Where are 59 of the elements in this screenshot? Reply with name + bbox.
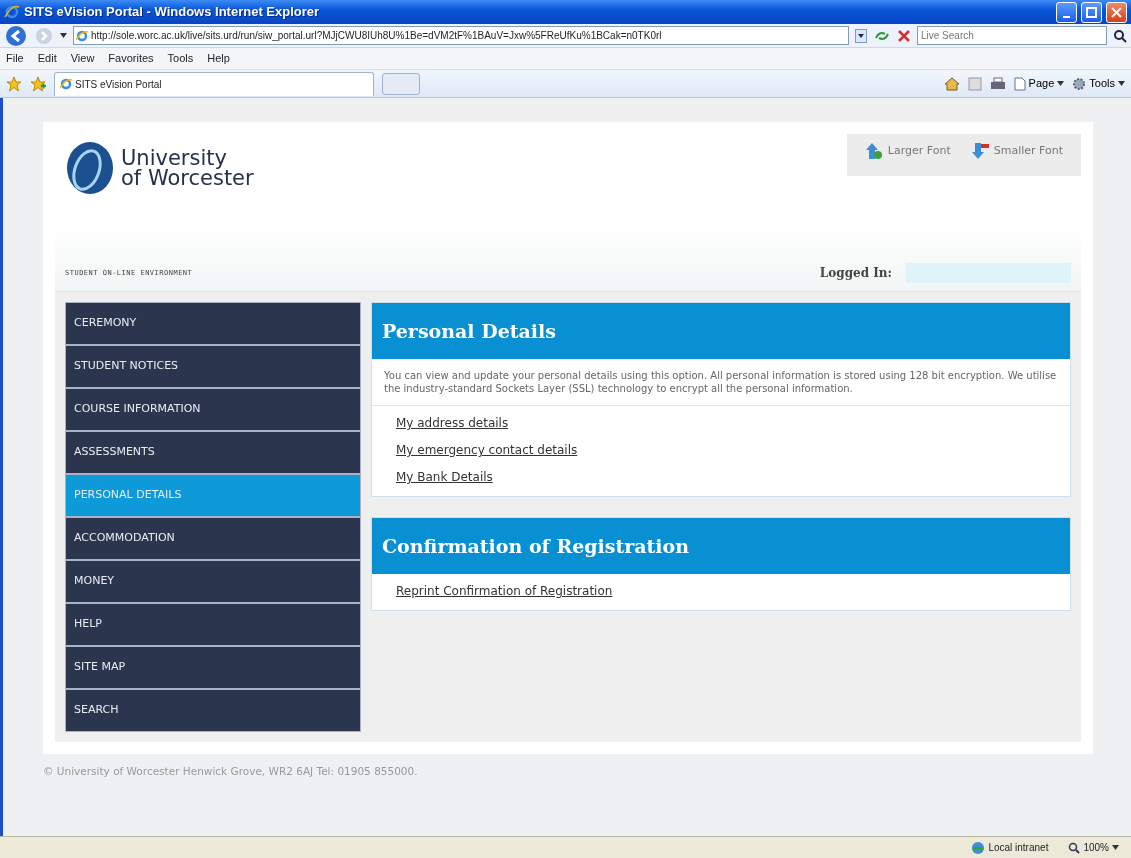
minimize-icon: [1063, 15, 1070, 18]
nav-item[interactable]: SEARCH: [66, 690, 360, 731]
close-icon: [1111, 6, 1122, 18]
nav-item[interactable]: COURSE INFORMATION: [66, 389, 360, 430]
star-icon[interactable]: [6, 75, 22, 92]
up-arrow-plus-icon: [864, 142, 883, 160]
zoom-icon: [1068, 841, 1081, 854]
printer-icon[interactable]: [989, 76, 1006, 91]
close-button[interactable]: [1106, 1, 1127, 23]
home-icon[interactable]: [943, 75, 960, 92]
larger-font-button[interactable]: Larger Font: [856, 140, 959, 162]
stop-icon[interactable]: [897, 28, 911, 43]
search-field[interactable]: Live Search: [917, 26, 1107, 45]
nav-item[interactable]: SITE MAP: [66, 647, 360, 688]
minimize-button[interactable]: [1056, 1, 1077, 23]
address-field[interactable]: http://sole.worc.ac.uk/live/sits.urd/run/siw_portal.url?MJjCWU8IUh8U%1Be=dVM2tF%1BAuV=Jxw%5FReUfKu%1BCak=n0TK0rl: [73, 26, 849, 45]
dropdown-arrow-icon: [1057, 81, 1065, 86]
dropdown-arrow-icon: [1118, 81, 1125, 86]
browser-tab[interactable]: SITS eVision Portal: [54, 71, 374, 96]
dropdown-arrow-icon[interactable]: [60, 33, 67, 38]
panel-title: Personal Details: [372, 303, 1070, 359]
search-icon[interactable]: [1113, 28, 1127, 43]
down-arrow-minus-icon: [970, 142, 989, 160]
panel-title: Confirmation of Registration: [372, 518, 1070, 574]
menu-item[interactable]: Tools: [167, 50, 194, 67]
panel-link[interactable]: My emergency contact details: [396, 441, 578, 459]
panel-link[interactable]: My Bank Details: [396, 468, 493, 486]
maximize-button[interactable]: [1081, 1, 1102, 23]
globe-icon: [971, 840, 986, 855]
gear-icon: [1072, 76, 1087, 91]
browser-logo-icon: [4, 4, 20, 20]
nav-item[interactable]: STUDENT NOTICES: [66, 346, 360, 387]
security-zone: Local intranet: [971, 840, 1049, 855]
back-button-icon[interactable]: [4, 24, 28, 47]
zoom-level-button[interactable]: 100%: [1068, 840, 1119, 855]
page-menu-button[interactable]: Page: [1013, 75, 1065, 92]
menu-item[interactable]: Edit: [37, 50, 57, 67]
menu-item[interactable]: View: [70, 50, 95, 67]
panel-link[interactable]: My address details: [396, 414, 509, 432]
nav-item[interactable]: ACCOMMODATION: [66, 518, 360, 559]
tools-menu-button[interactable]: Tools: [1072, 75, 1125, 92]
panel-link[interactable]: Reprint Confirmation of Registration: [396, 582, 613, 600]
menu-item[interactable]: Favorites: [108, 50, 154, 67]
maximize-icon: [1086, 6, 1097, 18]
footer-text: © University of Worcester Henwick Grove, WR2 6AJ Tel: 01905 855000.: [43, 764, 419, 779]
panel-description: You can view and update your personal details using this option. All personal information is stored using 128 bit encryption. We utilise the industry-standard Sockets Layer (SSL) technology to encrypt all the personal information.: [372, 359, 1070, 406]
logged-in-label: Logged In:: [819, 265, 892, 282]
nav-item[interactable]: HELP: [66, 604, 360, 645]
window-title: SITS eVision Portal - Windows Internet Explorer: [24, 3, 321, 22]
nav-item[interactable]: CEREMONY: [66, 303, 360, 344]
menu-item[interactable]: File: [6, 50, 24, 67]
university-logo-text: University of Worcester: [121, 148, 254, 188]
smaller-font-button[interactable]: Smaller Font: [962, 140, 1071, 162]
dropdown-arrow-icon: [1112, 845, 1119, 850]
nav-item[interactable]: ASSESSMENTS: [66, 432, 360, 473]
menu-item[interactable]: Help: [207, 50, 230, 67]
nav-item[interactable]: MONEY: [66, 561, 360, 602]
add-favorite-icon[interactable]: [30, 75, 46, 92]
university-logo-icon: [65, 140, 115, 196]
